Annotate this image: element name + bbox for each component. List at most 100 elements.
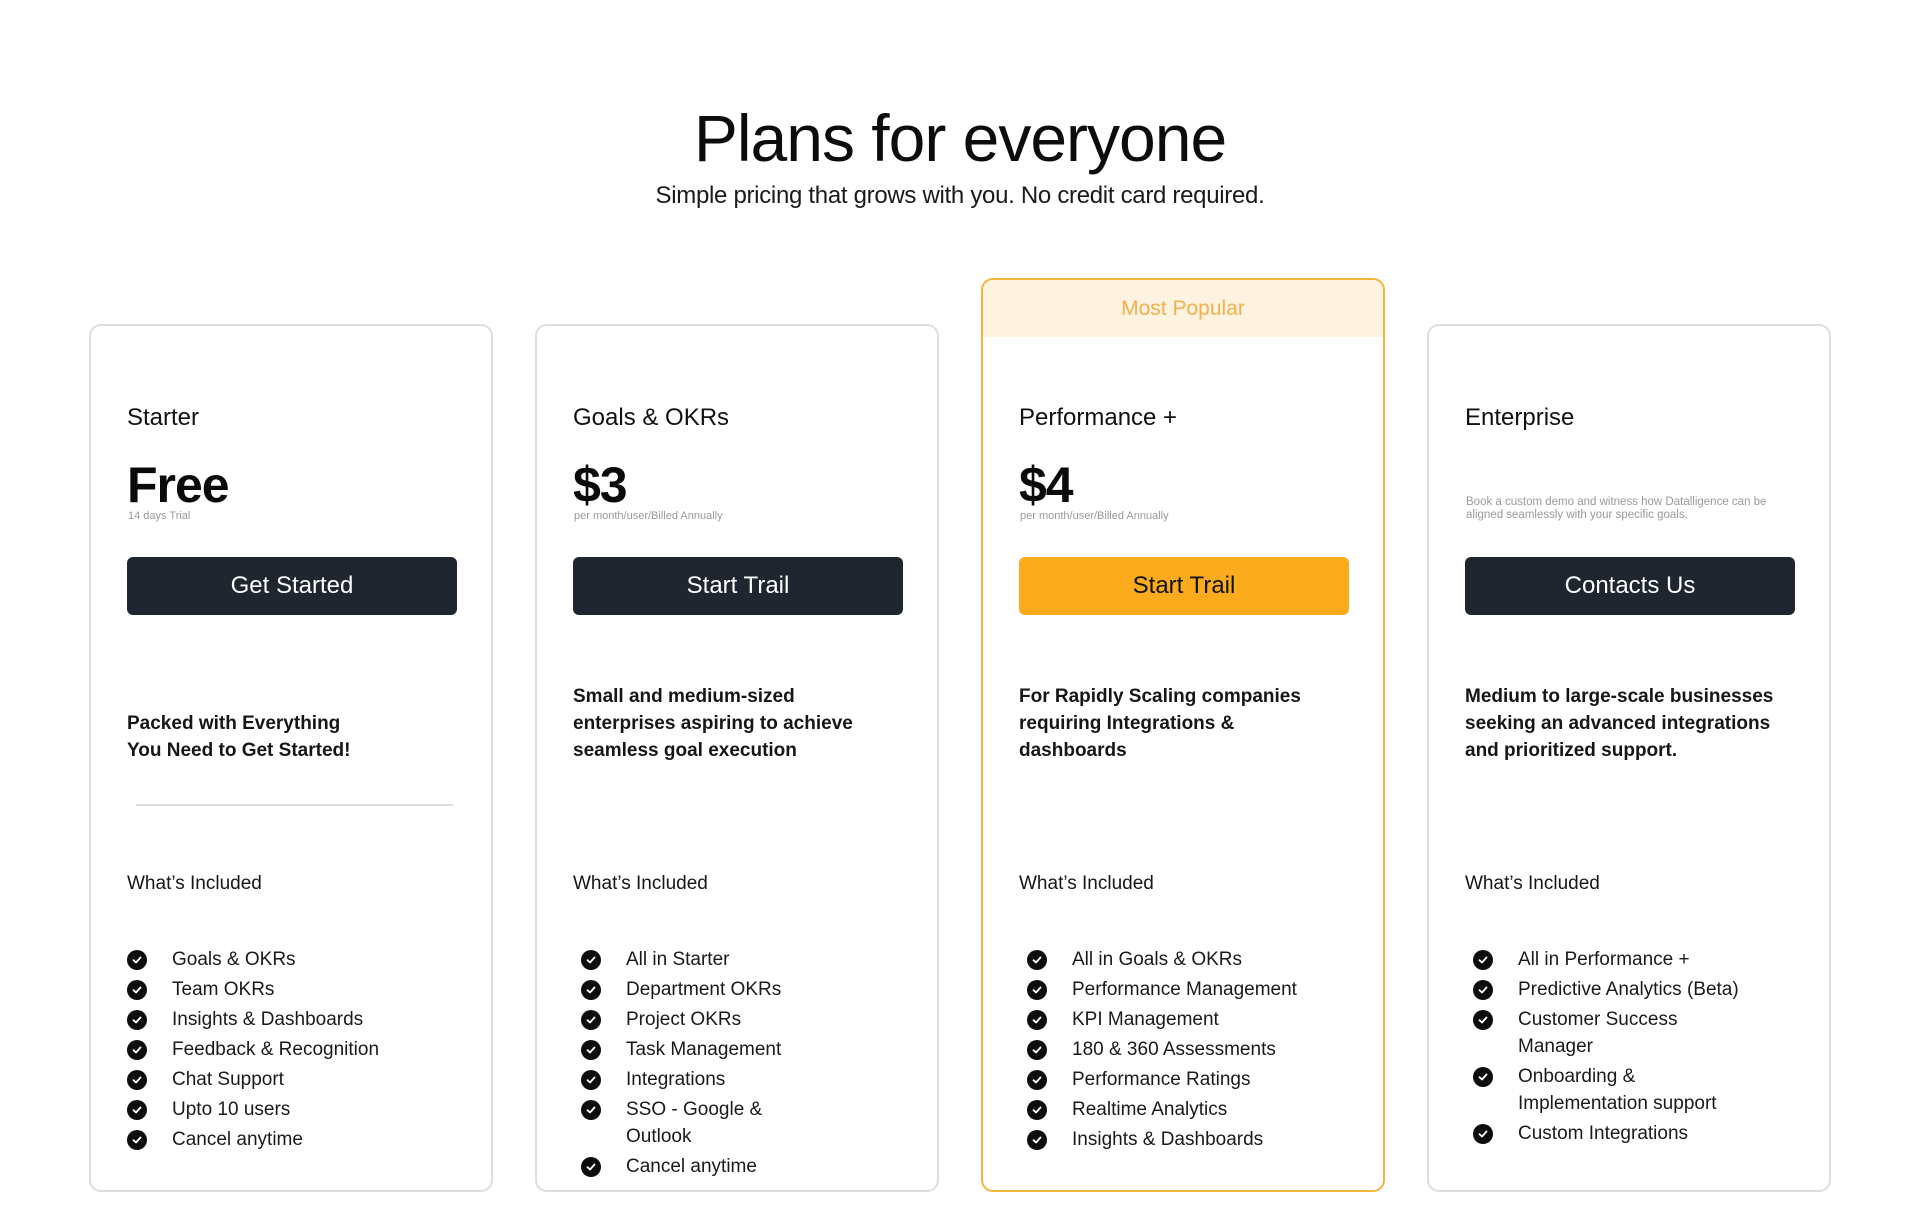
feature-label: Task Management bbox=[626, 1039, 782, 1060]
check-circle-icon bbox=[1027, 1070, 1047, 1090]
divider bbox=[136, 804, 453, 806]
plan-name: Enterprise bbox=[1465, 404, 1575, 431]
feature-label: Performance Ratings bbox=[1072, 1069, 1251, 1090]
whats-included-heading: What’s Included bbox=[1465, 873, 1600, 894]
check-circle-icon bbox=[127, 1010, 147, 1030]
feature-label: Feedback & Recognition bbox=[172, 1039, 380, 1060]
feature-label: Insights & Dashboards bbox=[1072, 1129, 1264, 1150]
check-circle-icon bbox=[1473, 1124, 1493, 1144]
check-circle-icon bbox=[127, 980, 147, 1000]
check-circle-icon bbox=[127, 1130, 147, 1150]
feature-label: All in Performance + bbox=[1518, 949, 1690, 970]
check-circle-icon bbox=[581, 980, 601, 1000]
feature-label: All in Starter bbox=[626, 949, 730, 970]
feature-item: Upto 10 users bbox=[127, 1096, 467, 1123]
check-circle-icon bbox=[581, 950, 601, 970]
feature-list: Goals & OKRs Team OKRs Insights & Dashboar… bbox=[127, 946, 467, 1156]
plan-name: Goals & OKRs bbox=[573, 404, 730, 431]
check-circle-icon bbox=[1473, 950, 1493, 970]
get-started-button[interactable]: Get Started bbox=[127, 557, 457, 615]
feature-item: Custom Integrations bbox=[1473, 1120, 1753, 1147]
feature-label: Team OKRs bbox=[172, 979, 275, 1000]
feature-item: Realtime Analytics bbox=[1027, 1096, 1367, 1123]
feature-item: Onboarding & Implementation support bbox=[1473, 1063, 1753, 1117]
check-circle-icon bbox=[1027, 1100, 1047, 1120]
feature-item: 180 & 360 Assessments bbox=[1027, 1036, 1367, 1063]
feature-label: Predictive Analytics (Beta) bbox=[1518, 979, 1739, 1000]
start-trial-button[interactable]: Start Trail bbox=[1019, 557, 1349, 615]
plan-price: Free bbox=[127, 457, 230, 513]
feature-label: Project OKRs bbox=[626, 1009, 742, 1030]
check-circle-icon bbox=[1473, 980, 1493, 1000]
check-circle-icon bbox=[1027, 1040, 1047, 1060]
start-trial-button[interactable]: Start Trail bbox=[573, 557, 903, 615]
feature-list: All in Performance + Predictive Analytics… bbox=[1473, 946, 1753, 1150]
feature-item: Team OKRs bbox=[127, 976, 467, 1003]
plan-price: $3 bbox=[573, 457, 628, 513]
feature-label: Goals & OKRs bbox=[172, 949, 296, 970]
check-circle-icon bbox=[1027, 980, 1047, 1000]
feature-label: Custom Integrations bbox=[1518, 1123, 1689, 1144]
whats-included-heading: What’s Included bbox=[1019, 873, 1154, 894]
enterprise-note: Book a custom demo and witness how Datal… bbox=[1466, 496, 1767, 521]
check-circle-icon bbox=[127, 1100, 147, 1120]
check-circle-icon bbox=[127, 1040, 147, 1060]
check-circle-icon bbox=[127, 1070, 147, 1090]
feature-item: Insights & Dashboards bbox=[1027, 1126, 1367, 1153]
page-title: Plans for everyone bbox=[693, 101, 1227, 175]
feature-item: Performance Ratings bbox=[1027, 1066, 1367, 1093]
feature-label: Insights & Dashboards bbox=[172, 1009, 364, 1030]
feature-item: All in Goals & OKRs bbox=[1027, 946, 1367, 973]
check-circle-icon bbox=[581, 1040, 601, 1060]
plan-description: Packed with Everything You Need to Get S… bbox=[127, 713, 351, 761]
feature-label: All in Goals & OKRs bbox=[1072, 949, 1242, 970]
whats-included-heading: What’s Included bbox=[127, 873, 262, 894]
feature-label: Onboarding & Implementation support bbox=[1518, 1066, 1717, 1114]
price-note: 14 days Trial bbox=[128, 510, 191, 522]
feature-item: All in Starter bbox=[581, 946, 821, 973]
feature-item: Integrations bbox=[581, 1066, 821, 1093]
feature-item: SSO - Google & Outlook bbox=[581, 1096, 821, 1150]
feature-item: Goals & OKRs bbox=[127, 946, 467, 973]
plan-card-goals-okrs: Goals & OKRs $3 per month/user/Billed An… bbox=[535, 324, 939, 1192]
feature-label: Cancel anytime bbox=[626, 1156, 757, 1177]
check-circle-icon bbox=[1473, 1067, 1493, 1087]
feature-item: Insights & Dashboards bbox=[127, 1006, 467, 1033]
check-circle-icon bbox=[1027, 1010, 1047, 1030]
feature-item: Cancel anytime bbox=[127, 1126, 467, 1153]
plan-description: For Rapidly Scaling companies requiring … bbox=[1019, 686, 1301, 761]
plan-name: Starter bbox=[127, 404, 200, 431]
contact-us-button[interactable]: Contacts Us bbox=[1465, 557, 1795, 615]
feature-label: Performance Management bbox=[1072, 979, 1297, 1000]
feature-label: Chat Support bbox=[172, 1069, 284, 1090]
feature-label: Realtime Analytics bbox=[1072, 1099, 1228, 1120]
feature-item: Performance Management bbox=[1027, 976, 1367, 1003]
plan-name: Performance + bbox=[1019, 404, 1178, 431]
feature-item: Customer Success Manager bbox=[1473, 1006, 1753, 1060]
plan-card-starter: Starter Free 14 days Trial Get Started P… bbox=[89, 324, 493, 1192]
check-circle-icon bbox=[581, 1100, 601, 1120]
feature-list: All in Starter Department OKRs Project OKR… bbox=[581, 946, 821, 1183]
feature-label: Customer Success Manager bbox=[1518, 1009, 1678, 1057]
feature-item: Feedback & Recognition bbox=[127, 1036, 467, 1063]
check-circle-icon bbox=[581, 1010, 601, 1030]
check-circle-icon bbox=[581, 1070, 601, 1090]
feature-item: Project OKRs bbox=[581, 1006, 821, 1033]
feature-item: Task Management bbox=[581, 1036, 821, 1063]
price-note: per month/user/Billed Annually bbox=[574, 510, 723, 522]
feature-label: Department OKRs bbox=[626, 979, 782, 1000]
feature-label: SSO - Google & Outlook bbox=[626, 1099, 763, 1147]
feature-item: KPI Management bbox=[1027, 1006, 1367, 1033]
feature-item: Cancel anytime bbox=[581, 1153, 821, 1180]
plan-description: Small and medium-sized enterprises aspir… bbox=[573, 686, 853, 761]
plan-card-performance-plus: Most Popular Performance + $4 per month/… bbox=[981, 278, 1385, 1192]
feature-item: Department OKRs bbox=[581, 976, 821, 1003]
check-circle-icon bbox=[1027, 1130, 1047, 1150]
feature-item: Chat Support bbox=[127, 1066, 467, 1093]
whats-included-heading: What’s Included bbox=[573, 873, 708, 894]
check-circle-icon bbox=[1473, 1010, 1493, 1030]
feature-label: 180 & 360 Assessments bbox=[1072, 1039, 1276, 1060]
feature-label: Integrations bbox=[626, 1069, 726, 1090]
check-circle-icon bbox=[127, 950, 147, 970]
feature-item: All in Performance + bbox=[1473, 946, 1753, 973]
